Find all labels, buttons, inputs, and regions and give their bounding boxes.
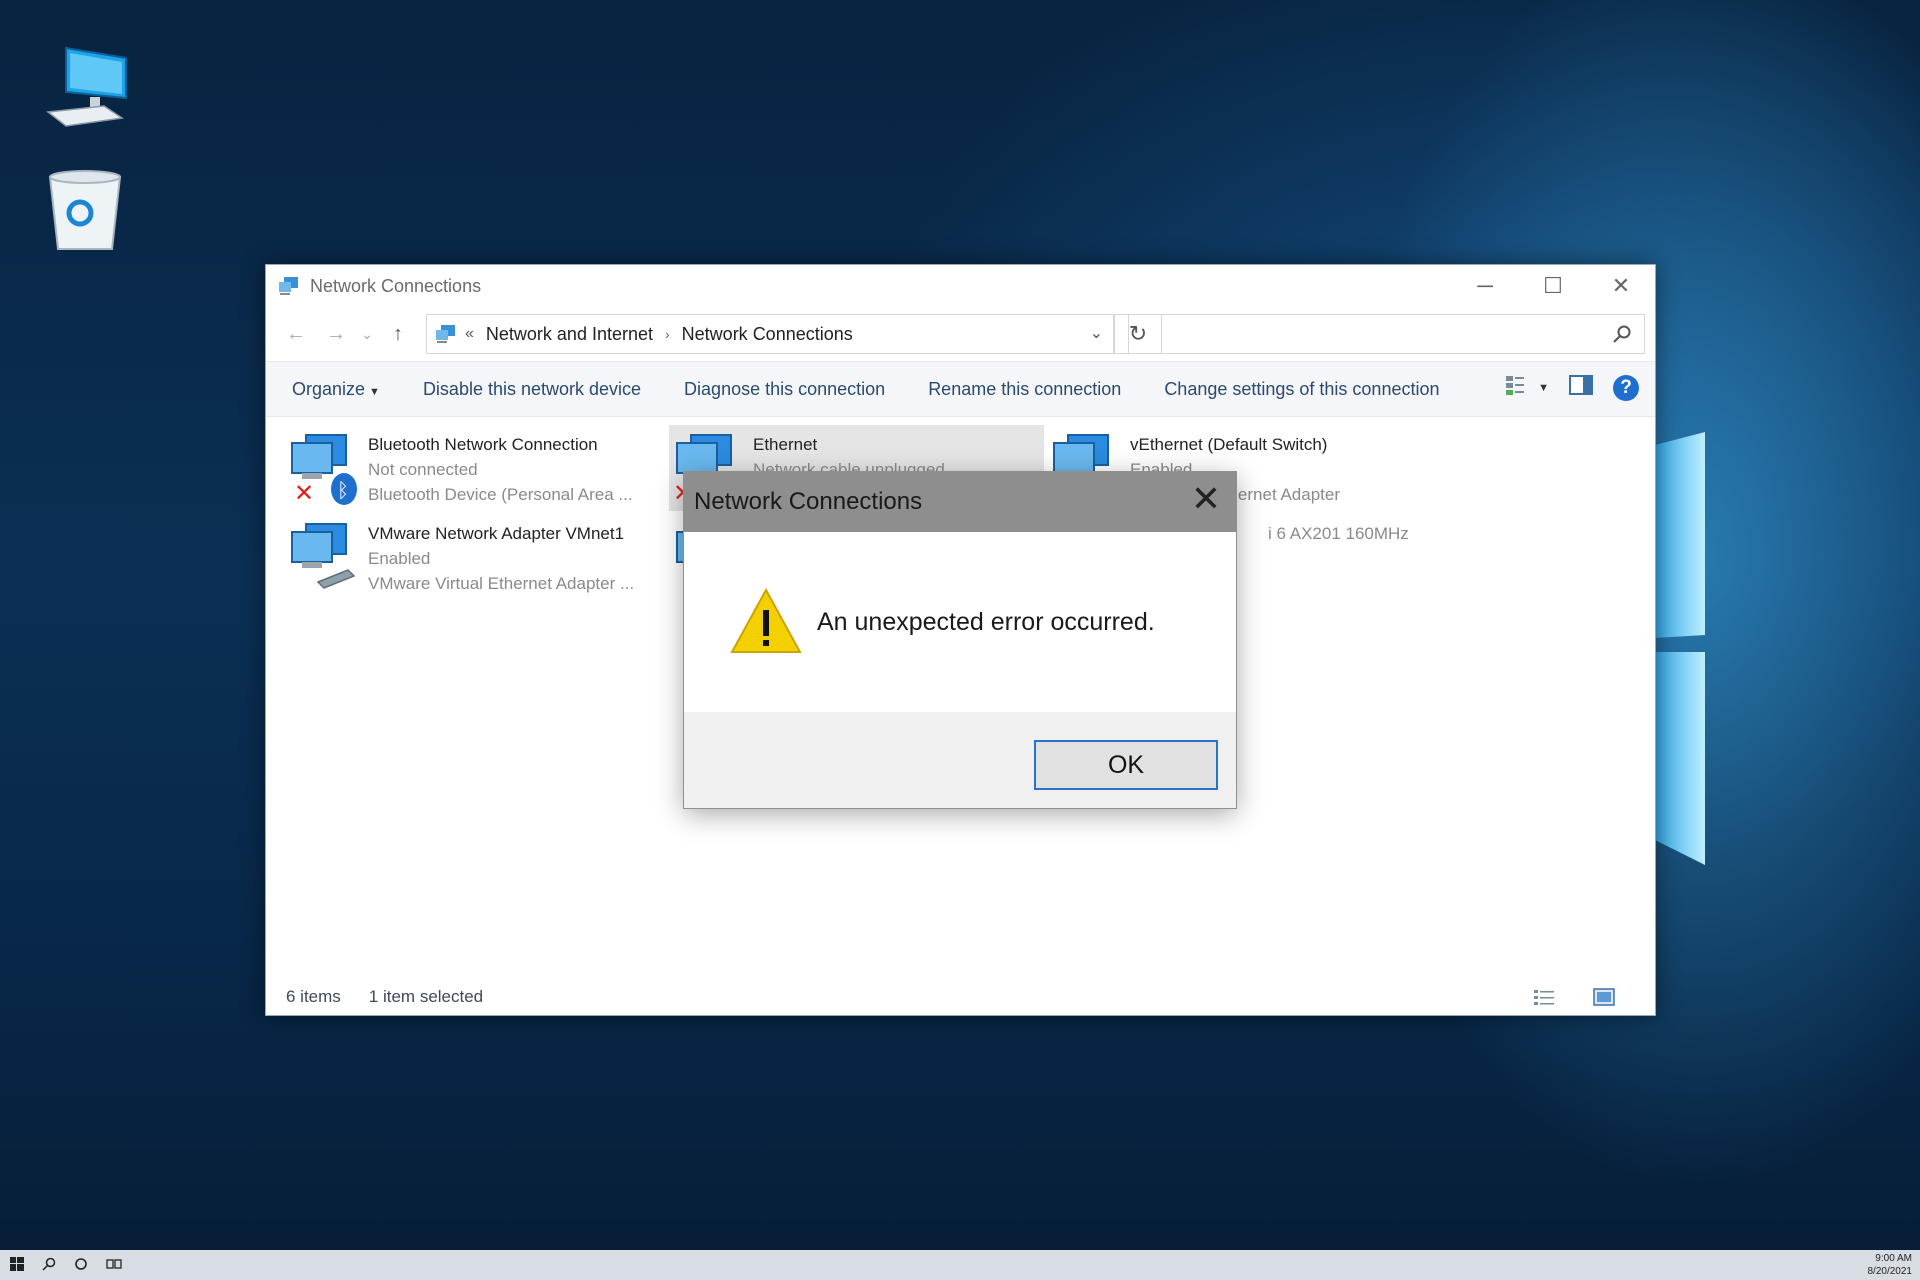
organize-menu[interactable]: Organize ▼: [292, 379, 380, 400]
status-bar: 6 items 1 item selected: [266, 979, 1655, 1015]
cortana-icon[interactable]: [74, 1257, 88, 1274]
dialog-close-icon[interactable]: ✕: [1186, 480, 1226, 520]
large-icons-view-icon[interactable]: [1593, 988, 1615, 1011]
search-taskbar-icon[interactable]: [42, 1257, 56, 1274]
dialog-footer: OK: [684, 712, 1236, 808]
overflow-crumbs-icon[interactable]: «: [465, 325, 474, 343]
disable-device-button[interactable]: Disable this network device: [423, 379, 641, 400]
help-icon[interactable]: ?: [1613, 374, 1639, 401]
back-arrow-icon[interactable]: ←: [276, 314, 316, 354]
dialog-body: An unexpected error occurred.: [684, 532, 1236, 712]
task-view-icon[interactable]: [106, 1257, 122, 1274]
title-bar: Network Connections ─ ☐ ✕: [266, 265, 1655, 307]
window-title: Network Connections: [310, 275, 482, 296]
connection-name: vEthernet (Default Switch): [1130, 435, 1328, 454]
search-input[interactable]: [1128, 314, 1645, 354]
organize-label: Organize: [292, 378, 366, 399]
breadcrumb-separator-icon[interactable]: ›: [665, 326, 670, 342]
ok-button[interactable]: OK: [1034, 740, 1218, 790]
warning-icon: [730, 588, 802, 653]
view-options-caret-icon[interactable]: ▼: [1538, 382, 1549, 394]
network-connections-app-icon: [279, 277, 298, 295]
command-bar: Organize ▼ Disable this network device Di…: [266, 361, 1655, 417]
close-button[interactable]: ✕: [1587, 265, 1655, 307]
details-view-icon[interactable]: [1533, 988, 1555, 1011]
network-adapter-icon: ✕ ᛒ: [288, 429, 360, 509]
system-clock[interactable]: 9:00 AM 8/20/2021: [1868, 1252, 1913, 1278]
network-adapter-icon: [288, 518, 360, 598]
search-icon: [1613, 325, 1631, 343]
windows-logo-wallpaper: [1655, 432, 1705, 865]
recycle-bin-desktop-icon[interactable]: [40, 165, 130, 255]
up-arrow-icon[interactable]: ↑: [378, 314, 418, 354]
rename-connection-button[interactable]: Rename this connection: [928, 379, 1121, 400]
recent-locations-chevron-icon[interactable]: ⌄: [356, 314, 378, 354]
error-message: An unexpected error occurred.: [817, 608, 1155, 636]
address-bar[interactable]: « Network and Internet › Network Connect…: [426, 314, 1114, 354]
navigation-bar: ← → ⌄ ↑ « Network and Internet › Network…: [266, 307, 1655, 361]
maximize-button[interactable]: ☐: [1519, 265, 1587, 307]
organize-caret-icon: ▼: [369, 385, 380, 398]
connection-status: Not connected: [368, 460, 478, 479]
selection-count: 1 item selected: [368, 987, 484, 1006]
connection-status: Enabled: [368, 549, 431, 568]
dialog-title: Network Connections: [694, 488, 923, 515]
connection-device: Bluetooth Device (Personal Area ...: [368, 485, 633, 504]
svg-text:ᛒ: ᛒ: [337, 478, 349, 502]
connection-vmware-vmnet1[interactable]: VMware Network Adapter VMnet1 Enabled VM…: [266, 514, 646, 600]
svg-text:✕: ✕: [294, 479, 314, 507]
start-windows-icon[interactable]: [10, 1256, 24, 1274]
connection-bluetooth[interactable]: ✕ ᛒ Bluetooth Network Connection Not con…: [266, 425, 646, 511]
preview-pane-icon[interactable]: [1569, 375, 1593, 400]
breadcrumb-network-and-internet[interactable]: Network and Internet: [486, 324, 653, 345]
this-pc-desktop-icon[interactable]: [40, 40, 130, 130]
network-connections-crumb-icon: [436, 325, 455, 343]
item-count: 6 items: [286, 987, 341, 1006]
connection-name: Bluetooth Network Connection: [368, 435, 598, 454]
breadcrumb-network-connections[interactable]: Network Connections: [682, 324, 853, 345]
connection-name: VMware Network Adapter VMnet1: [368, 524, 625, 543]
connection-device: VMware Virtual Ethernet Adapter ...: [368, 574, 635, 593]
clock-time: 9:00 AM: [1875, 1253, 1912, 1264]
diagnose-connection-button[interactable]: Diagnose this connection: [684, 379, 885, 400]
view-options-icon[interactable]: [1504, 374, 1526, 401]
minimize-button[interactable]: ─: [1451, 265, 1519, 307]
taskbar: 9:00 AM 8/20/2021: [0, 1250, 1920, 1280]
address-dropdown-chevron-icon[interactable]: ⌄: [1090, 323, 1103, 343]
clock-date: 8/20/2021: [1867, 1266, 1913, 1277]
connection-name: Ethernet: [753, 435, 818, 454]
dialog-title-bar: Network Connections ✕: [684, 472, 1236, 532]
change-settings-button[interactable]: Change settings of this connection: [1164, 379, 1439, 400]
error-dialog: Network Connections ✕ An unexpected erro…: [684, 472, 1236, 808]
forward-arrow-icon[interactable]: →: [316, 314, 356, 354]
